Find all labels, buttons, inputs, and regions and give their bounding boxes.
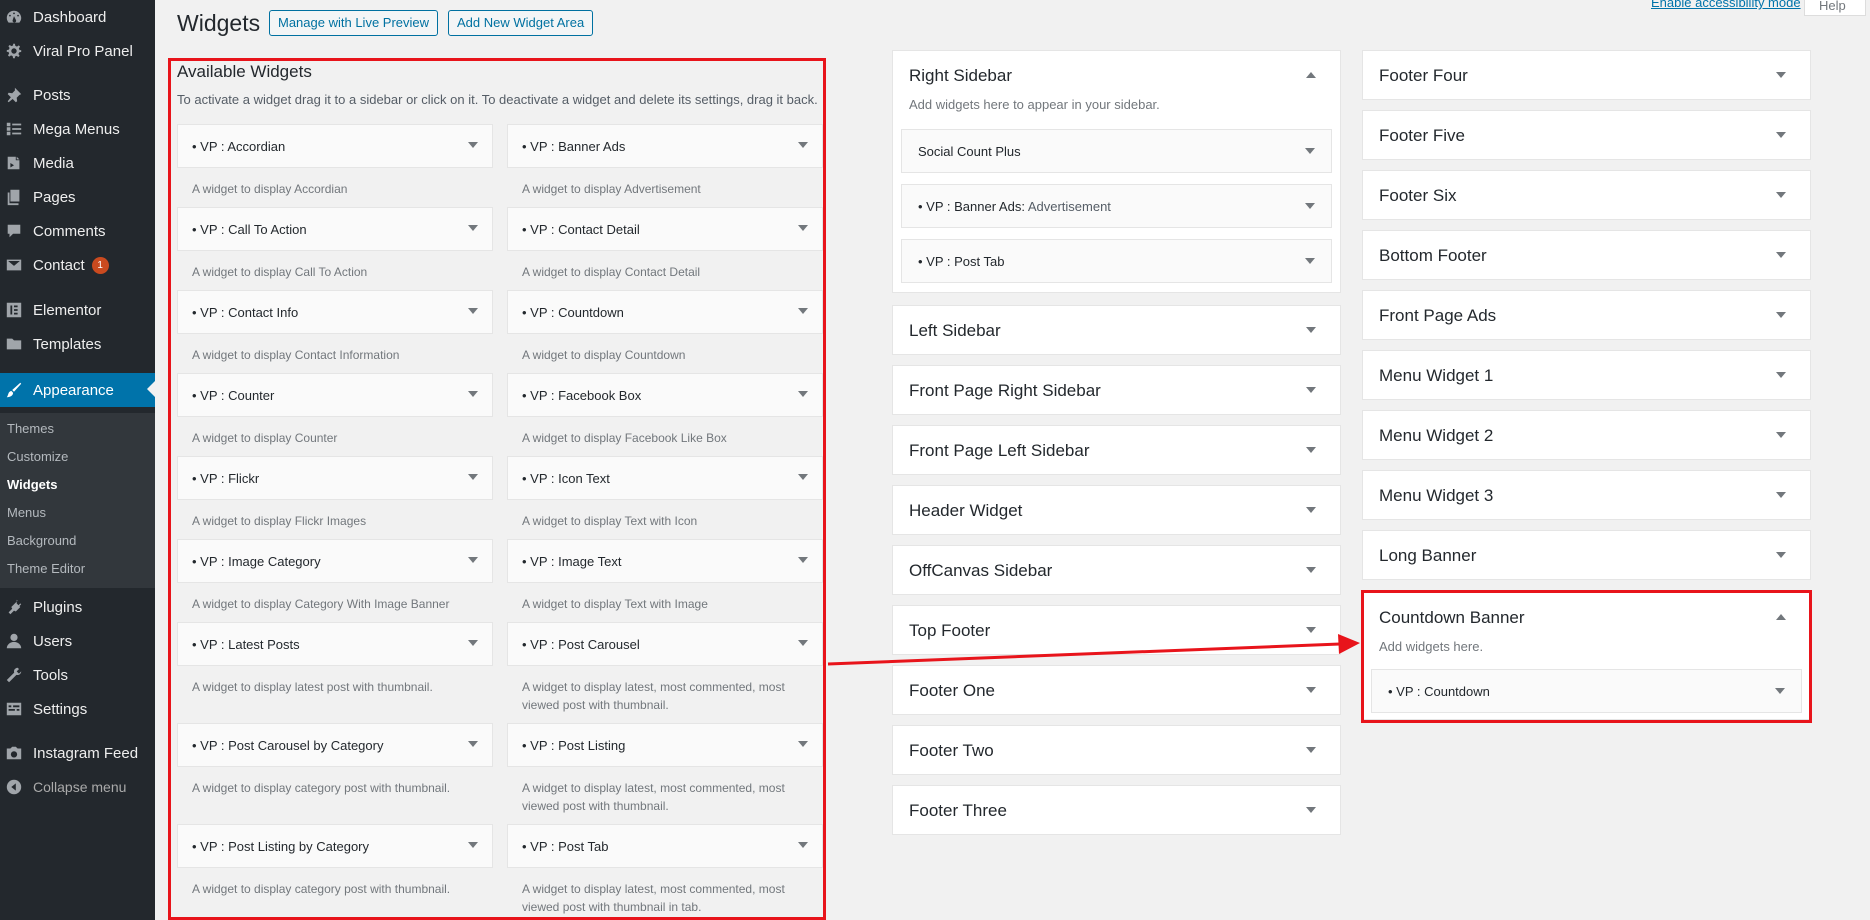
arrow-line [827, 642, 1341, 666]
arrow-head [1338, 634, 1360, 654]
drag-arrow-annotation [827, 634, 1360, 666]
